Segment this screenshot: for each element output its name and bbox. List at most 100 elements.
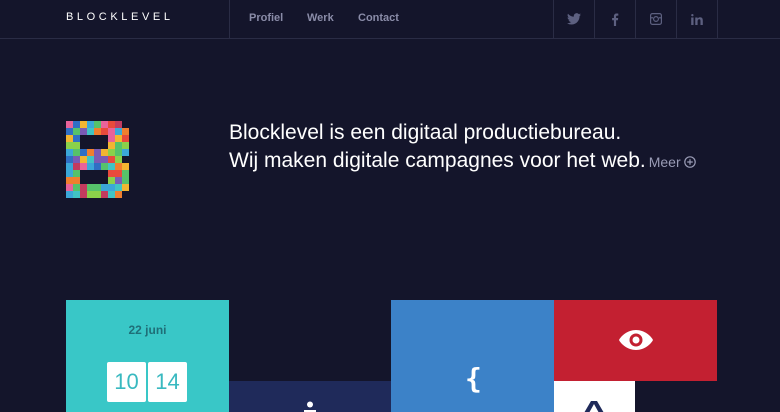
twitter-icon[interactable] bbox=[554, 0, 594, 38]
logo-pixel bbox=[115, 128, 122, 135]
logo-pixel bbox=[108, 156, 115, 163]
logo-pixel bbox=[73, 156, 80, 163]
logo-pixel bbox=[80, 149, 87, 156]
linkedin-icon[interactable] bbox=[677, 0, 717, 38]
logo-pixel bbox=[87, 121, 94, 128]
logo-pixel bbox=[101, 149, 108, 156]
logo-pixel bbox=[80, 184, 87, 191]
more-label[interactable]: Meer bbox=[649, 154, 681, 170]
logo-pixel bbox=[108, 128, 115, 135]
code-brace: { bbox=[465, 362, 482, 395]
logo-pixel bbox=[115, 191, 122, 198]
logo-pixel bbox=[115, 135, 122, 142]
person-icon bbox=[304, 401, 316, 412]
logo-pixel bbox=[66, 184, 73, 191]
logo-pixel bbox=[66, 163, 73, 170]
hero-line-2-text: Wij maken digitale campagnes voor het we… bbox=[229, 149, 646, 172]
logo-pixel bbox=[73, 163, 80, 170]
logo-pixel bbox=[122, 163, 129, 170]
hero-line-2: Wij maken digitale campagnes voor het we… bbox=[229, 147, 696, 176]
logo-pixel bbox=[115, 170, 122, 177]
logo-pixel bbox=[80, 163, 87, 170]
logo-pixel bbox=[101, 121, 108, 128]
logo-pixel bbox=[87, 163, 94, 170]
eye-icon bbox=[619, 330, 653, 350]
logo-pixel bbox=[108, 163, 115, 170]
logo-pixel bbox=[101, 128, 108, 135]
logo-pixel bbox=[87, 191, 94, 198]
logo-pixel bbox=[73, 142, 80, 149]
logo-pixel bbox=[94, 163, 101, 170]
logo-pixel bbox=[122, 184, 129, 191]
logo-pixel bbox=[122, 142, 129, 149]
logo-pixel bbox=[87, 156, 94, 163]
logo-pixel bbox=[94, 128, 101, 135]
logo-pixel bbox=[73, 177, 80, 184]
logo-pixel bbox=[66, 149, 73, 156]
logo-pixel bbox=[73, 128, 80, 135]
logo-pixel bbox=[66, 177, 73, 184]
logo-pixel bbox=[115, 156, 122, 163]
logo-pixel bbox=[73, 149, 80, 156]
logo-pixel bbox=[73, 135, 80, 142]
calendar-tile[interactable]: 22 juni 10 14 bbox=[66, 300, 229, 412]
logo-pixel bbox=[108, 149, 115, 156]
logo-pixel bbox=[115, 149, 122, 156]
nav-item-profiel[interactable]: Profiel bbox=[249, 12, 283, 24]
logo-pixel bbox=[122, 149, 129, 156]
logo-pixel bbox=[108, 142, 115, 149]
logo-pixel bbox=[101, 163, 108, 170]
logo-pixel bbox=[94, 149, 101, 156]
logo-pixel bbox=[66, 142, 73, 149]
logo-pixel bbox=[94, 121, 101, 128]
instagram-icon[interactable] bbox=[636, 0, 676, 38]
logo-pixel bbox=[73, 121, 80, 128]
logo-pixel bbox=[87, 149, 94, 156]
plus-circle-icon[interactable] bbox=[683, 156, 696, 168]
logo-pixel bbox=[94, 184, 101, 191]
hero-text: Blocklevel is een digitaal productiebure… bbox=[229, 119, 696, 176]
logo-pixel bbox=[66, 135, 73, 142]
logo-pixel bbox=[122, 177, 129, 184]
logo-pixel bbox=[115, 121, 122, 128]
logo-pixel bbox=[80, 191, 87, 198]
logo-pixel bbox=[108, 191, 115, 198]
white-tile[interactable] bbox=[554, 381, 635, 412]
logo-pixel bbox=[101, 184, 108, 191]
logo-pixel bbox=[122, 170, 129, 177]
clock-minute: 14 bbox=[148, 362, 187, 402]
divider bbox=[229, 0, 230, 38]
logo-pixel bbox=[122, 128, 129, 135]
logo-pixel bbox=[80, 128, 87, 135]
nav-item-werk[interactable]: Werk bbox=[307, 12, 334, 24]
logo-pixel bbox=[115, 163, 122, 170]
logo-pixel bbox=[80, 156, 87, 163]
logo-pixel bbox=[87, 128, 94, 135]
code-tile[interactable]: { bbox=[391, 300, 554, 412]
logo-pixel bbox=[87, 184, 94, 191]
logo-pixel bbox=[108, 184, 115, 191]
logo-pixel bbox=[94, 191, 101, 198]
hero-line-1: Blocklevel is een digitaal productiebure… bbox=[229, 121, 622, 144]
logo-pixel bbox=[108, 121, 115, 128]
logo-pixel bbox=[108, 135, 115, 142]
calendar-date: 22 juni bbox=[128, 323, 167, 337]
logo-pixel bbox=[101, 156, 108, 163]
logo-pixel bbox=[94, 156, 101, 163]
eye-tile[interactable] bbox=[554, 300, 717, 381]
logo-pixel bbox=[108, 177, 115, 184]
logo-pixel bbox=[66, 156, 73, 163]
logo-pixel bbox=[122, 135, 129, 142]
divider bbox=[717, 0, 718, 38]
site-logo[interactable]: BLOCKLEVEL bbox=[66, 11, 174, 23]
logo-pixel bbox=[73, 184, 80, 191]
navy-tile[interactable] bbox=[229, 381, 391, 412]
logo-pixel bbox=[66, 128, 73, 135]
logo-pixel bbox=[115, 184, 122, 191]
facebook-icon[interactable] bbox=[595, 0, 635, 38]
nav-item-contact[interactable]: Contact bbox=[358, 12, 399, 24]
logo-pixel bbox=[108, 170, 115, 177]
more-link[interactable]: Meer bbox=[649, 154, 696, 170]
logo-pixel bbox=[115, 142, 122, 149]
site-header: BLOCKLEVEL Profiel Werk Contact bbox=[0, 0, 780, 39]
